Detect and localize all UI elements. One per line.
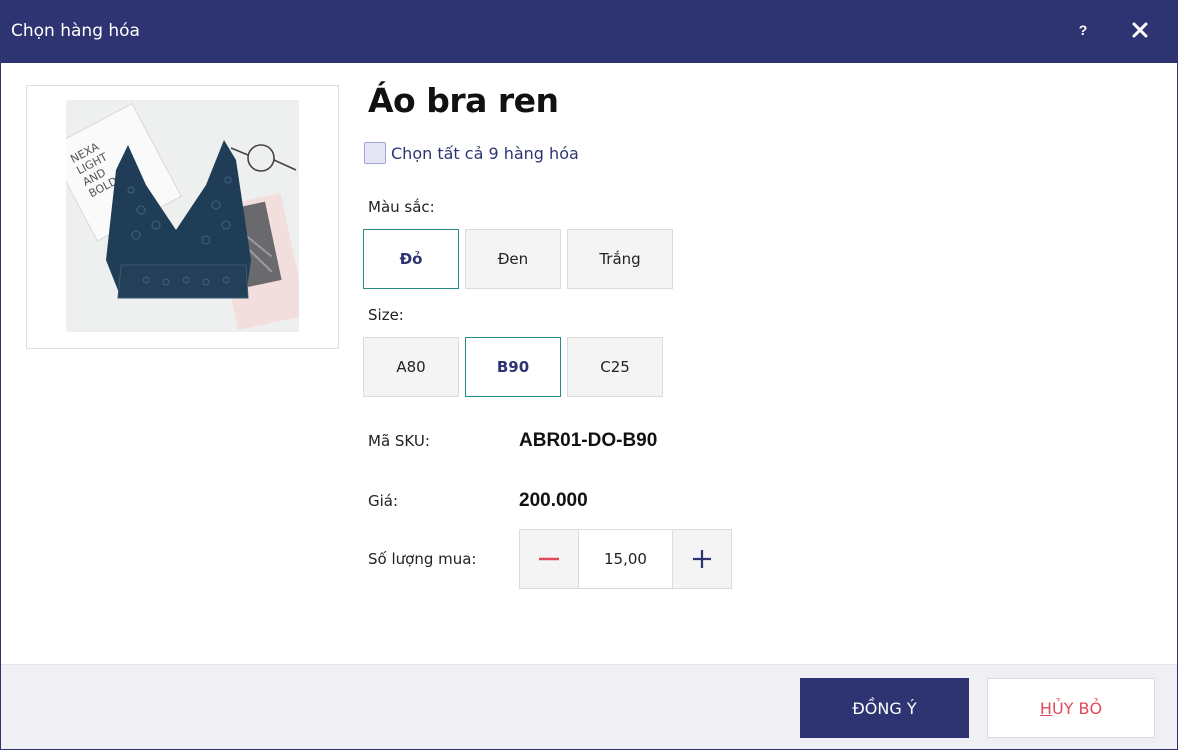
help-button[interactable]: ? [1072,17,1094,43]
color-option-trang[interactable]: Trắng [567,229,673,289]
quantity-input[interactable] [578,530,673,588]
plus-icon [693,550,711,568]
decrease-button[interactable] [520,530,578,588]
cancel-button[interactable]: H ỦY BỎ [987,678,1155,738]
ok-button[interactable]: ĐỒNG Ý [800,678,969,738]
cancel-accelerator: H [1039,698,1052,718]
size-option-a80[interactable]: A80 [363,337,459,397]
size-option-c25[interactable]: C25 [567,337,663,397]
sku-value: ABR01-DO-B90 [519,430,658,451]
cancel-label-rest: ỦY BỎ [1051,698,1103,718]
close-button[interactable] [1127,17,1153,43]
quantity-label: Số lượng mua: [368,550,477,568]
product-image-frame: NEXA LIGHT AND BOLD [26,85,339,349]
checkbox-box[interactable] [364,142,386,164]
color-label: Màu sắc: [368,198,435,216]
size-label: Size: [368,306,404,324]
title-bar: Chọn hàng hóa ? [1,1,1177,63]
color-option-do[interactable]: Đỏ [363,229,459,289]
close-icon [1132,22,1148,38]
minus-icon [539,557,559,561]
increase-button[interactable] [673,530,731,588]
sku-label: Mã SKU: [368,432,430,450]
price-label: Giá: [368,492,399,510]
product-name: Áo bra ren [368,81,559,120]
price-value: 200.000 [519,490,588,511]
dialog-window: Chọn hàng hóa ? NEXA LIGHT AND BOLD Áo b… [0,0,1178,750]
select-all-label: Chọn tất cả 9 hàng hóa [391,143,579,163]
size-option-b90[interactable]: B90 [465,337,561,397]
dialog-title: Chọn hàng hóa [11,21,140,41]
product-image: NEXA LIGHT AND BOLD [66,100,299,332]
color-option-den[interactable]: Đen [465,229,561,289]
quantity-stepper [519,529,732,589]
select-all-checkbox[interactable]: Chọn tất cả 9 hàng hóa [364,139,579,167]
